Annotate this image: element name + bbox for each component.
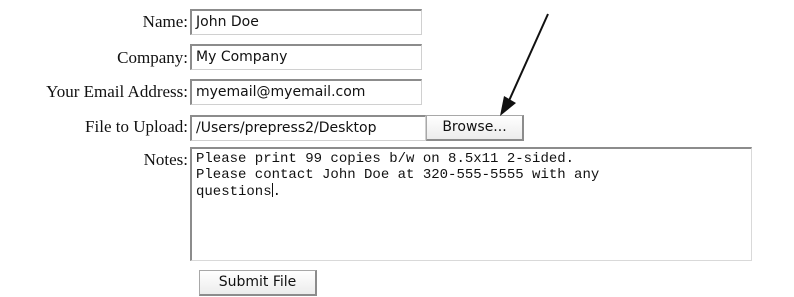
- annotation-arrow-icon: [500, 13, 549, 116]
